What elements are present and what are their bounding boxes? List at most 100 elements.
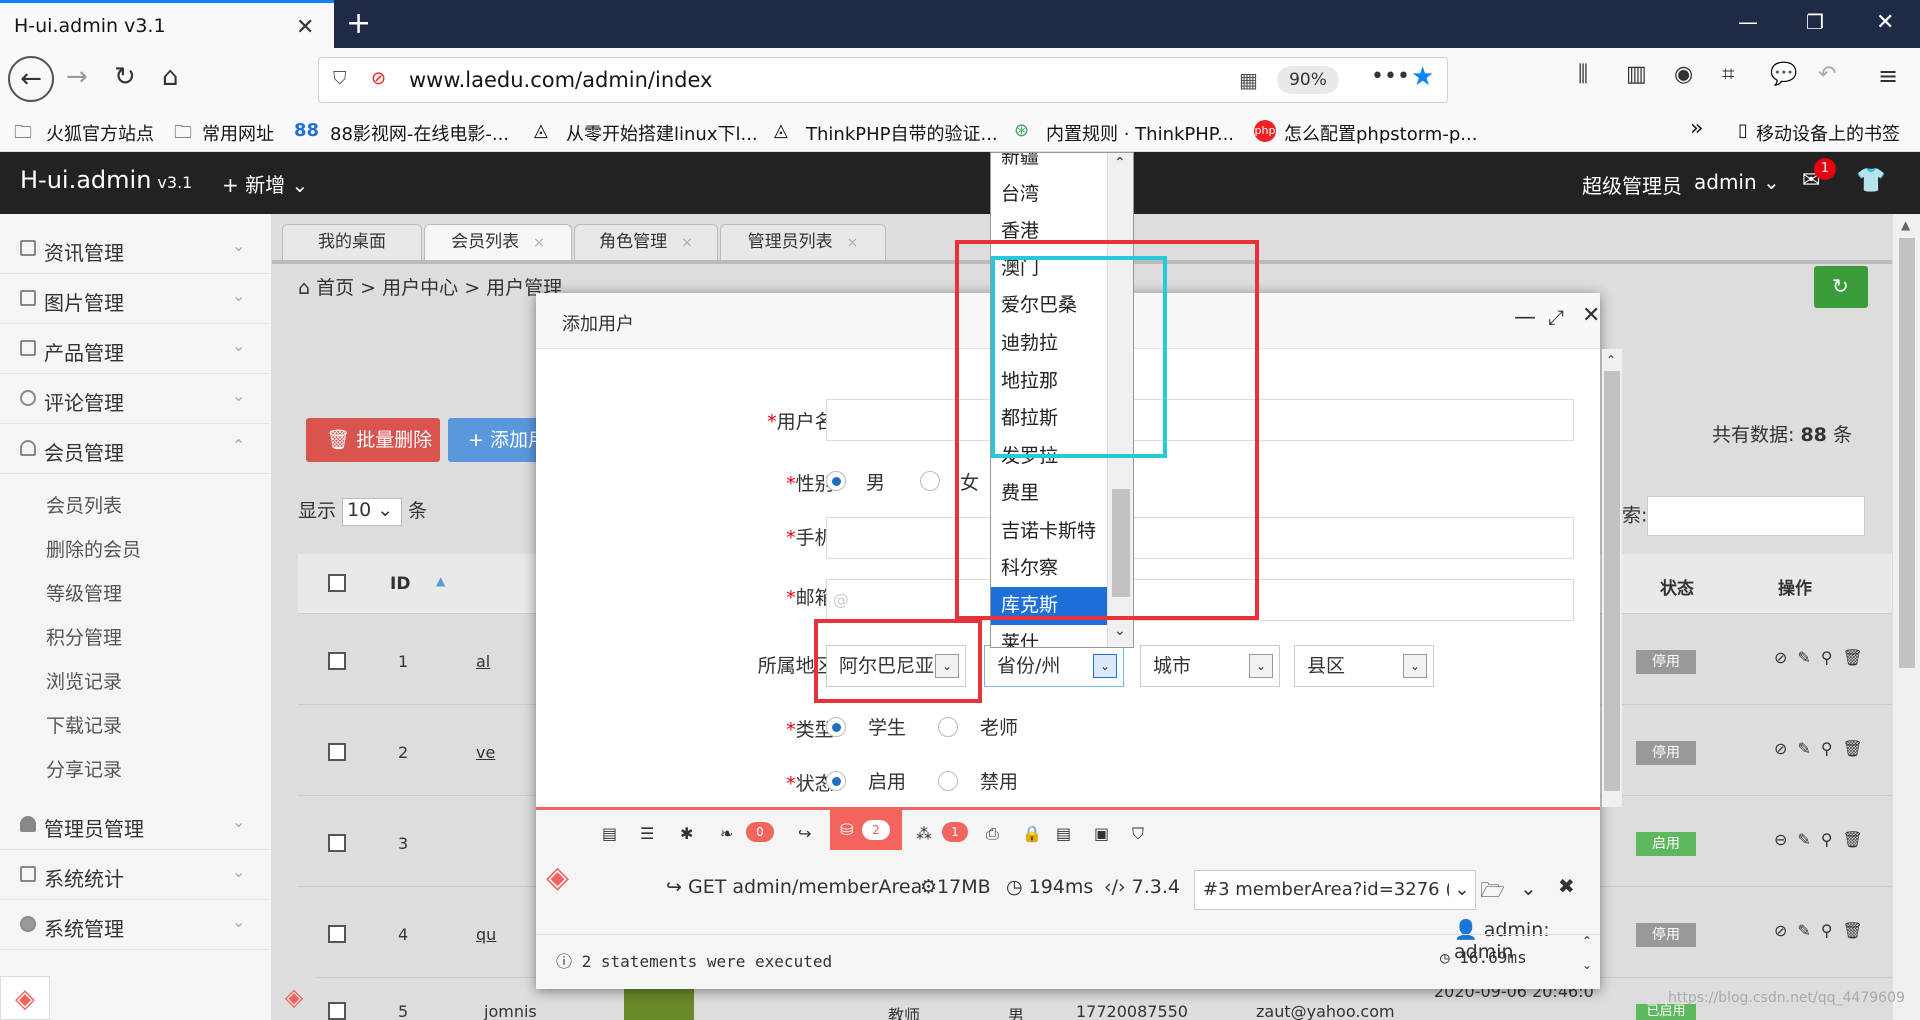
row-checkbox[interactable]: [328, 925, 346, 943]
col-status[interactable]: 状态: [1660, 574, 1694, 599]
user-menu[interactable]: admin ⌄: [1694, 170, 1780, 194]
tab-admin-list[interactable]: 管理员列表 ×: [720, 224, 886, 260]
scroll-up-icon[interactable]: ▲: [1901, 218, 1910, 232]
debugbar-toggle-icon[interactable]: ◈: [272, 974, 316, 1020]
url-bar[interactable]: ⛉ ⊘ www.laedu.com/admin/index ▦ 90% ••• …: [318, 57, 1448, 103]
bookmark-item[interactable]: 火狐官方站点: [46, 120, 154, 146]
type-teacher-radio[interactable]: [938, 717, 958, 737]
sidebar-item-products[interactable]: 产品管理 ⌄: [0, 324, 270, 374]
restore-icon[interactable]: ❐: [1806, 10, 1824, 34]
page-size-select[interactable]: 10 ⌄: [342, 497, 403, 526]
more-actions-icon[interactable]: •••: [1371, 64, 1410, 89]
exceptions-bug-icon[interactable]: ✱: [680, 824, 693, 843]
add-new-menu[interactable]: + 新增 ⌄: [222, 169, 308, 198]
sidebar-item-stats[interactable]: 系统统计 ⌄: [0, 850, 270, 900]
row-checkbox[interactable]: [328, 834, 346, 852]
reload-icon[interactable]: ↻: [114, 62, 136, 92]
submenu-shares[interactable]: 分享记录: [46, 755, 122, 782]
scroll-down-icon[interactable]: ⌄: [1114, 623, 1126, 639]
scroll-thumb[interactable]: [1604, 371, 1620, 791]
browser-tab[interactable]: H-ui.admin v3.1 ✕: [0, 0, 334, 48]
library-icon[interactable]: ⫼: [1578, 62, 1588, 87]
status-enabled-radio[interactable]: [826, 771, 846, 791]
submenu-points[interactable]: 积分管理: [46, 623, 122, 650]
messages-icon[interactable]: ▤: [602, 824, 617, 843]
row-checkbox[interactable]: [328, 652, 346, 670]
bookmark-item[interactable]: 内置规则 · ThinkPHP...: [1046, 120, 1234, 146]
gender-female-radio[interactable]: [920, 471, 940, 491]
submenu-deleted-members[interactable]: 删除的会员: [46, 535, 141, 562]
row-name[interactable]: al: [476, 652, 490, 671]
home-icon[interactable]: ⌂: [162, 62, 179, 92]
city-select[interactable]: 城市 ⌄: [1140, 645, 1280, 687]
county-select[interactable]: 县区 ⌄: [1294, 645, 1434, 687]
minimize-icon[interactable]: —: [1738, 10, 1758, 34]
province-select[interactable]: 省份/州 ⌄: [984, 645, 1124, 687]
row-actions-icons[interactable]: ⊘✎⚲🗑: [1774, 648, 1873, 667]
route-share-icon[interactable]: ↪: [798, 824, 811, 843]
breadcrumb-level2[interactable]: 用户中心: [382, 277, 458, 299]
tab-close-icon[interactable]: ×: [847, 235, 859, 251]
row-actions-icons[interactable]: ⊖✎⚲🗑: [1774, 830, 1873, 849]
submenu-member-list[interactable]: 会员列表: [46, 491, 122, 518]
row-checkbox[interactable]: [328, 743, 346, 761]
dialog-scrollbar[interactable]: ⌃: [1602, 349, 1622, 807]
col-id[interactable]: ID: [390, 574, 410, 594]
row-name[interactable]: jomnis: [484, 1002, 537, 1020]
screenshot-icon[interactable]: ⌗: [1722, 62, 1734, 87]
session-archive-icon[interactable]: ▣: [1094, 824, 1109, 843]
row-checkbox[interactable]: [328, 1002, 346, 1020]
type-student-radio[interactable]: [826, 717, 846, 737]
app-logo[interactable]: H-ui.admin v3.1: [20, 166, 192, 194]
request-select[interactable]: #3 memberArea?id=3276 (ajax) ⌄: [1194, 870, 1476, 910]
submenu-levels[interactable]: 等级管理: [46, 579, 122, 606]
scroll-up-icon[interactable]: ⌃: [1582, 934, 1592, 948]
row-actions-icons[interactable]: ⊘✎⚲🗑: [1774, 921, 1873, 940]
bookmark-item[interactable]: ThinkPHP自带的验证...: [806, 120, 998, 146]
mail-inbox-icon[interactable]: ⎙: [986, 824, 999, 844]
scroll-up-icon[interactable]: ⌃: [1606, 353, 1616, 367]
insecure-lock-icon[interactable]: ⊘: [371, 68, 386, 89]
window-close-icon[interactable]: ✕: [1876, 10, 1894, 35]
request-icon[interactable]: ▤: [1056, 824, 1071, 843]
undo-icon[interactable]: ↶: [1818, 62, 1836, 87]
select-all-checkbox[interactable]: [328, 574, 346, 592]
shield-icon[interactable]: ⛉: [333, 68, 347, 89]
tab-close-icon[interactable]: ✕: [296, 15, 314, 40]
sidebar-item-comments[interactable]: 评论管理 ⌄: [0, 374, 270, 424]
tab-roles[interactable]: 角色管理 ×: [574, 224, 718, 260]
close-icon[interactable]: ✕: [1582, 303, 1600, 328]
auth-lock-icon[interactable]: 🔒: [1022, 824, 1042, 843]
tab-member-list[interactable]: 会员列表 ×: [424, 224, 572, 260]
sort-asc-icon[interactable]: ▲: [436, 574, 445, 588]
search-input[interactable]: [1647, 496, 1866, 536]
queries-tab[interactable]: ⛁ 2: [830, 810, 902, 850]
models-cubes-icon[interactable]: ⁂: [916, 824, 932, 843]
new-tab-icon[interactable]: +: [346, 6, 371, 41]
debugbar-logo-icon[interactable]: ◈: [0, 976, 50, 1020]
account-icon[interactable]: ◉: [1674, 62, 1693, 87]
back-icon[interactable]: ←: [8, 56, 54, 102]
folder-open-icon[interactable]: 🗁: [1480, 876, 1505, 910]
row-actions-icons[interactable]: ⊘✎⚲🗑: [1774, 739, 1873, 758]
forward-icon[interactable]: →: [66, 62, 88, 92]
sidebar-item-system[interactable]: 系统管理 ⌄: [0, 900, 270, 950]
menu-icon[interactable]: ≡: [1878, 62, 1898, 90]
qr-code-icon[interactable]: ▦: [1239, 68, 1258, 92]
sidebar-item-admins[interactable]: 管理员管理 ⌄: [0, 800, 270, 850]
bookmarks-overflow-icon[interactable]: »: [1690, 116, 1703, 141]
mobile-bookmarks[interactable]: 移动设备上的书签: [1756, 120, 1900, 146]
batch-delete-button[interactable]: 🗑 批量删除: [306, 418, 440, 462]
sidebar-item-news[interactable]: 资讯管理 ⌄: [0, 224, 270, 274]
row-name[interactable]: qu: [476, 925, 496, 944]
bookmark-item[interactable]: 怎么配置phpstorm-p...: [1284, 120, 1477, 146]
tags-icon[interactable]: ⛉: [1132, 824, 1144, 844]
status-disabled-radio[interactable]: [938, 771, 958, 791]
scroll-thumb[interactable]: [1899, 238, 1915, 668]
refresh-button[interactable]: ↻: [1814, 266, 1868, 308]
close-icon[interactable]: ✖: [1558, 874, 1575, 898]
url-text[interactable]: www.laedu.com/admin/index: [409, 68, 712, 92]
timeline-icon[interactable]: ☰: [640, 824, 654, 843]
tab-close-icon[interactable]: ×: [533, 235, 545, 251]
submenu-downloads[interactable]: 下载记录: [46, 711, 122, 738]
